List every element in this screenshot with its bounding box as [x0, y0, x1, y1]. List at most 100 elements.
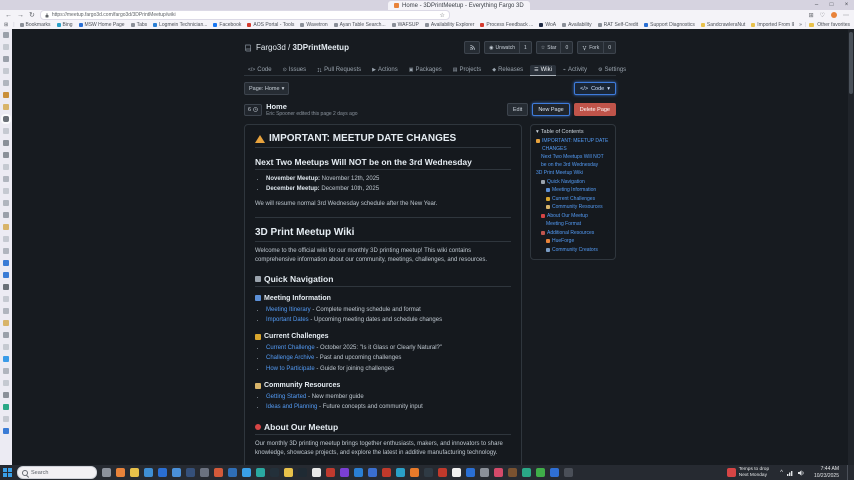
taskbar-search[interactable]: Search [17, 466, 97, 479]
vertical-tab-favicon[interactable] [3, 428, 9, 434]
browser-tab[interactable]: Home - 3DPrintMeetup - Everything Fargo … [388, 1, 530, 10]
toc-link[interactable]: Meeting Information [536, 187, 610, 195]
toc-toggle[interactable]: ▾ Table of Contents [536, 129, 610, 135]
tab-wiki[interactable]: ☰Wiki [530, 65, 556, 75]
vertical-tab-favicon[interactable] [3, 404, 9, 410]
vertical-tab-favicon[interactable] [3, 248, 9, 254]
taskbar-app-icon[interactable] [480, 468, 489, 477]
taskbar-app-icon[interactable] [298, 468, 307, 477]
vertical-tab-favicon[interactable] [3, 212, 9, 218]
browser-essentials-icon[interactable]: ♡ [820, 12, 825, 19]
vertical-tab-favicon[interactable] [3, 332, 9, 338]
taskbar-app-icon[interactable] [172, 468, 181, 477]
scrollbar-thumb[interactable] [849, 32, 853, 94]
browser-menu-icon[interactable]: ⋯ [843, 12, 849, 19]
taskbar-app-icon[interactable] [536, 468, 545, 477]
taskbar-app-icon[interactable] [522, 468, 531, 477]
taskbar-app-icon[interactable] [312, 468, 321, 477]
taskbar-app-icon[interactable] [228, 468, 237, 477]
vertical-tab-favicon[interactable] [3, 380, 9, 386]
tab-packages[interactable]: ▣Packages [405, 65, 446, 75]
bookmark-item[interactable]: Facebook [213, 22, 241, 28]
weather-widget[interactable]: Temps to drop Next Monday [727, 467, 769, 479]
toc-link[interactable]: 3D Print Meetup Wiki [536, 170, 610, 178]
toc-link[interactable]: Community Resources [536, 204, 610, 212]
vertical-tab-favicon[interactable] [3, 284, 9, 290]
tab-settings[interactable]: ⚙Settings [594, 65, 630, 75]
wiki-link[interactable]: Ideas and Planning [266, 404, 317, 410]
taskbar-app-icon[interactable] [214, 468, 223, 477]
toc-link[interactable]: About Our Meetup [536, 213, 610, 221]
vertical-tab-favicon[interactable] [3, 32, 9, 38]
star-count[interactable]: 0 [560, 42, 572, 53]
repo-name-link[interactable]: 3DPrintMeetup [293, 43, 349, 52]
taskbar-app-icon[interactable] [424, 468, 433, 477]
page-dropdown[interactable]: Page: Home▾ [244, 82, 289, 95]
taskbar-app-icon[interactable] [382, 468, 391, 477]
start-button[interactable] [3, 468, 12, 477]
edit-button[interactable]: Edit [507, 103, 528, 116]
bookmark-item[interactable]: RAT Self-Credit [598, 22, 639, 28]
taskbar-app-icon[interactable] [452, 468, 461, 477]
collections-icon[interactable]: ⊞ [809, 12, 814, 19]
vertical-tab-favicon[interactable] [3, 296, 9, 302]
bookmark-item[interactable]: Logmein Technician... [153, 22, 207, 28]
taskbar-app-icon[interactable] [494, 468, 503, 477]
bookmark-item[interactable]: MSW Home Page [79, 22, 125, 28]
fork-button[interactable]: Fork 0 [577, 41, 616, 54]
bookmark-item[interactable]: WoA [539, 22, 556, 28]
profile-avatar[interactable] [831, 12, 837, 18]
page-scrollbar[interactable] [848, 29, 854, 465]
unwatch-button[interactable]: ◉Unwatch 1 [484, 41, 532, 54]
taskbar-app-icon[interactable] [102, 468, 111, 477]
tab-projects[interactable]: ▤Projects [449, 65, 485, 75]
vertical-tab-favicon[interactable] [3, 200, 9, 206]
refresh-icon[interactable]: ↻ [29, 12, 35, 19]
vertical-tab-favicon[interactable] [3, 320, 9, 326]
toc-link[interactable]: Community Creators [536, 247, 610, 255]
bookmark-item[interactable]: Process Feedback ... [480, 22, 533, 28]
vertical-tab-favicon[interactable] [3, 56, 9, 62]
vertical-tab-favicon[interactable] [3, 68, 9, 74]
bookmark-item[interactable]: Availability Explorer [425, 22, 475, 28]
vertical-tab-favicon[interactable] [3, 392, 9, 398]
taskbar-app-icon[interactable] [438, 468, 447, 477]
wiki-link[interactable]: Meeting Itinerary [266, 307, 311, 313]
taskbar-app-icon[interactable] [130, 468, 139, 477]
vertical-tab-favicon[interactable] [3, 224, 9, 230]
bookmark-item[interactable]: Imported From IE [751, 22, 794, 28]
bookmark-item[interactable]: WAFSUP [392, 22, 419, 28]
taskbar-app-icon[interactable] [284, 468, 293, 477]
vertical-tab-favicon[interactable] [3, 116, 9, 122]
bookmark-item[interactable]: SandcrawleraNut [701, 22, 745, 28]
vertical-tab-favicon[interactable] [3, 356, 9, 362]
toc-link[interactable]: HueForge [536, 238, 610, 246]
vertical-tab-favicon[interactable] [3, 260, 9, 266]
close-button[interactable]: × [839, 0, 854, 10]
taskbar-app-icon[interactable] [116, 468, 125, 477]
bookmark-item[interactable]: Ayan Table Search... [334, 22, 386, 28]
tab-releases[interactable]: ◆Releases [488, 65, 527, 75]
watch-count[interactable]: 1 [519, 42, 531, 53]
taskbar-app-icon[interactable] [144, 468, 153, 477]
tab-code[interactable]: </>Code [244, 65, 276, 75]
tab-pull-requests[interactable]: Pull Requests [313, 65, 365, 75]
taskbar-app-icon[interactable] [326, 468, 335, 477]
vertical-tab-favicon[interactable] [3, 176, 9, 182]
taskbar-app-icon[interactable] [340, 468, 349, 477]
taskbar-app-icon[interactable] [242, 468, 251, 477]
repo-owner-link[interactable]: Fargo3d [256, 43, 286, 52]
vertical-tab-favicon[interactable] [3, 368, 9, 374]
taskbar-app-icon[interactable] [508, 468, 517, 477]
vertical-tab-favicon[interactable] [3, 236, 9, 242]
favorite-star-icon[interactable]: ☆ [439, 12, 444, 19]
bookmarks-overflow-icon[interactable]: » [799, 22, 802, 28]
wiki-link[interactable]: How to Participate [266, 366, 315, 372]
bookmark-item[interactable]: Wavetron [300, 22, 327, 28]
vertical-tab-favicon[interactable] [3, 44, 9, 50]
bookmark-item[interactable]: AOS Portal - Tools [247, 22, 294, 28]
back-icon[interactable]: ← [5, 12, 12, 19]
rss-button[interactable] [464, 41, 480, 54]
delete-page-button[interactable]: Delete Page [574, 103, 616, 116]
vertical-tab-favicon[interactable] [3, 308, 9, 314]
